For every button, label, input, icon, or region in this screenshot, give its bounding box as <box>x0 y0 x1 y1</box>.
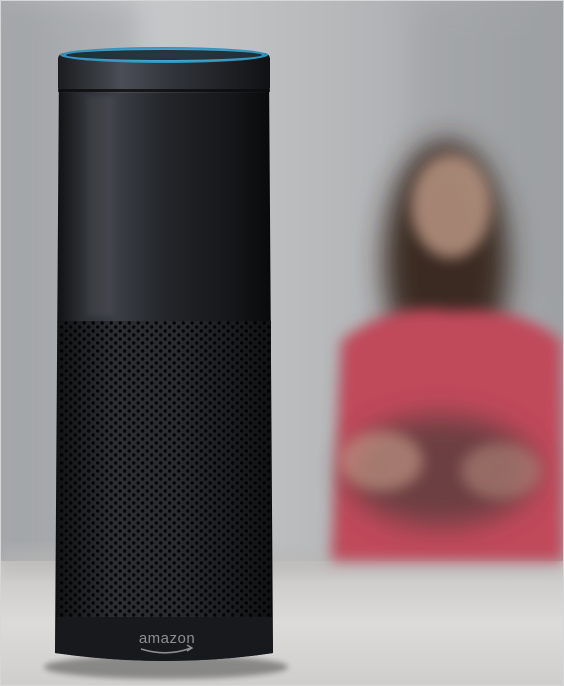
amazon-logo-text: amazon <box>139 630 195 647</box>
photo-scene: amazon <box>1 1 563 685</box>
photo-frame: amazon <box>0 0 564 686</box>
smart-speaker: amazon <box>55 47 273 661</box>
